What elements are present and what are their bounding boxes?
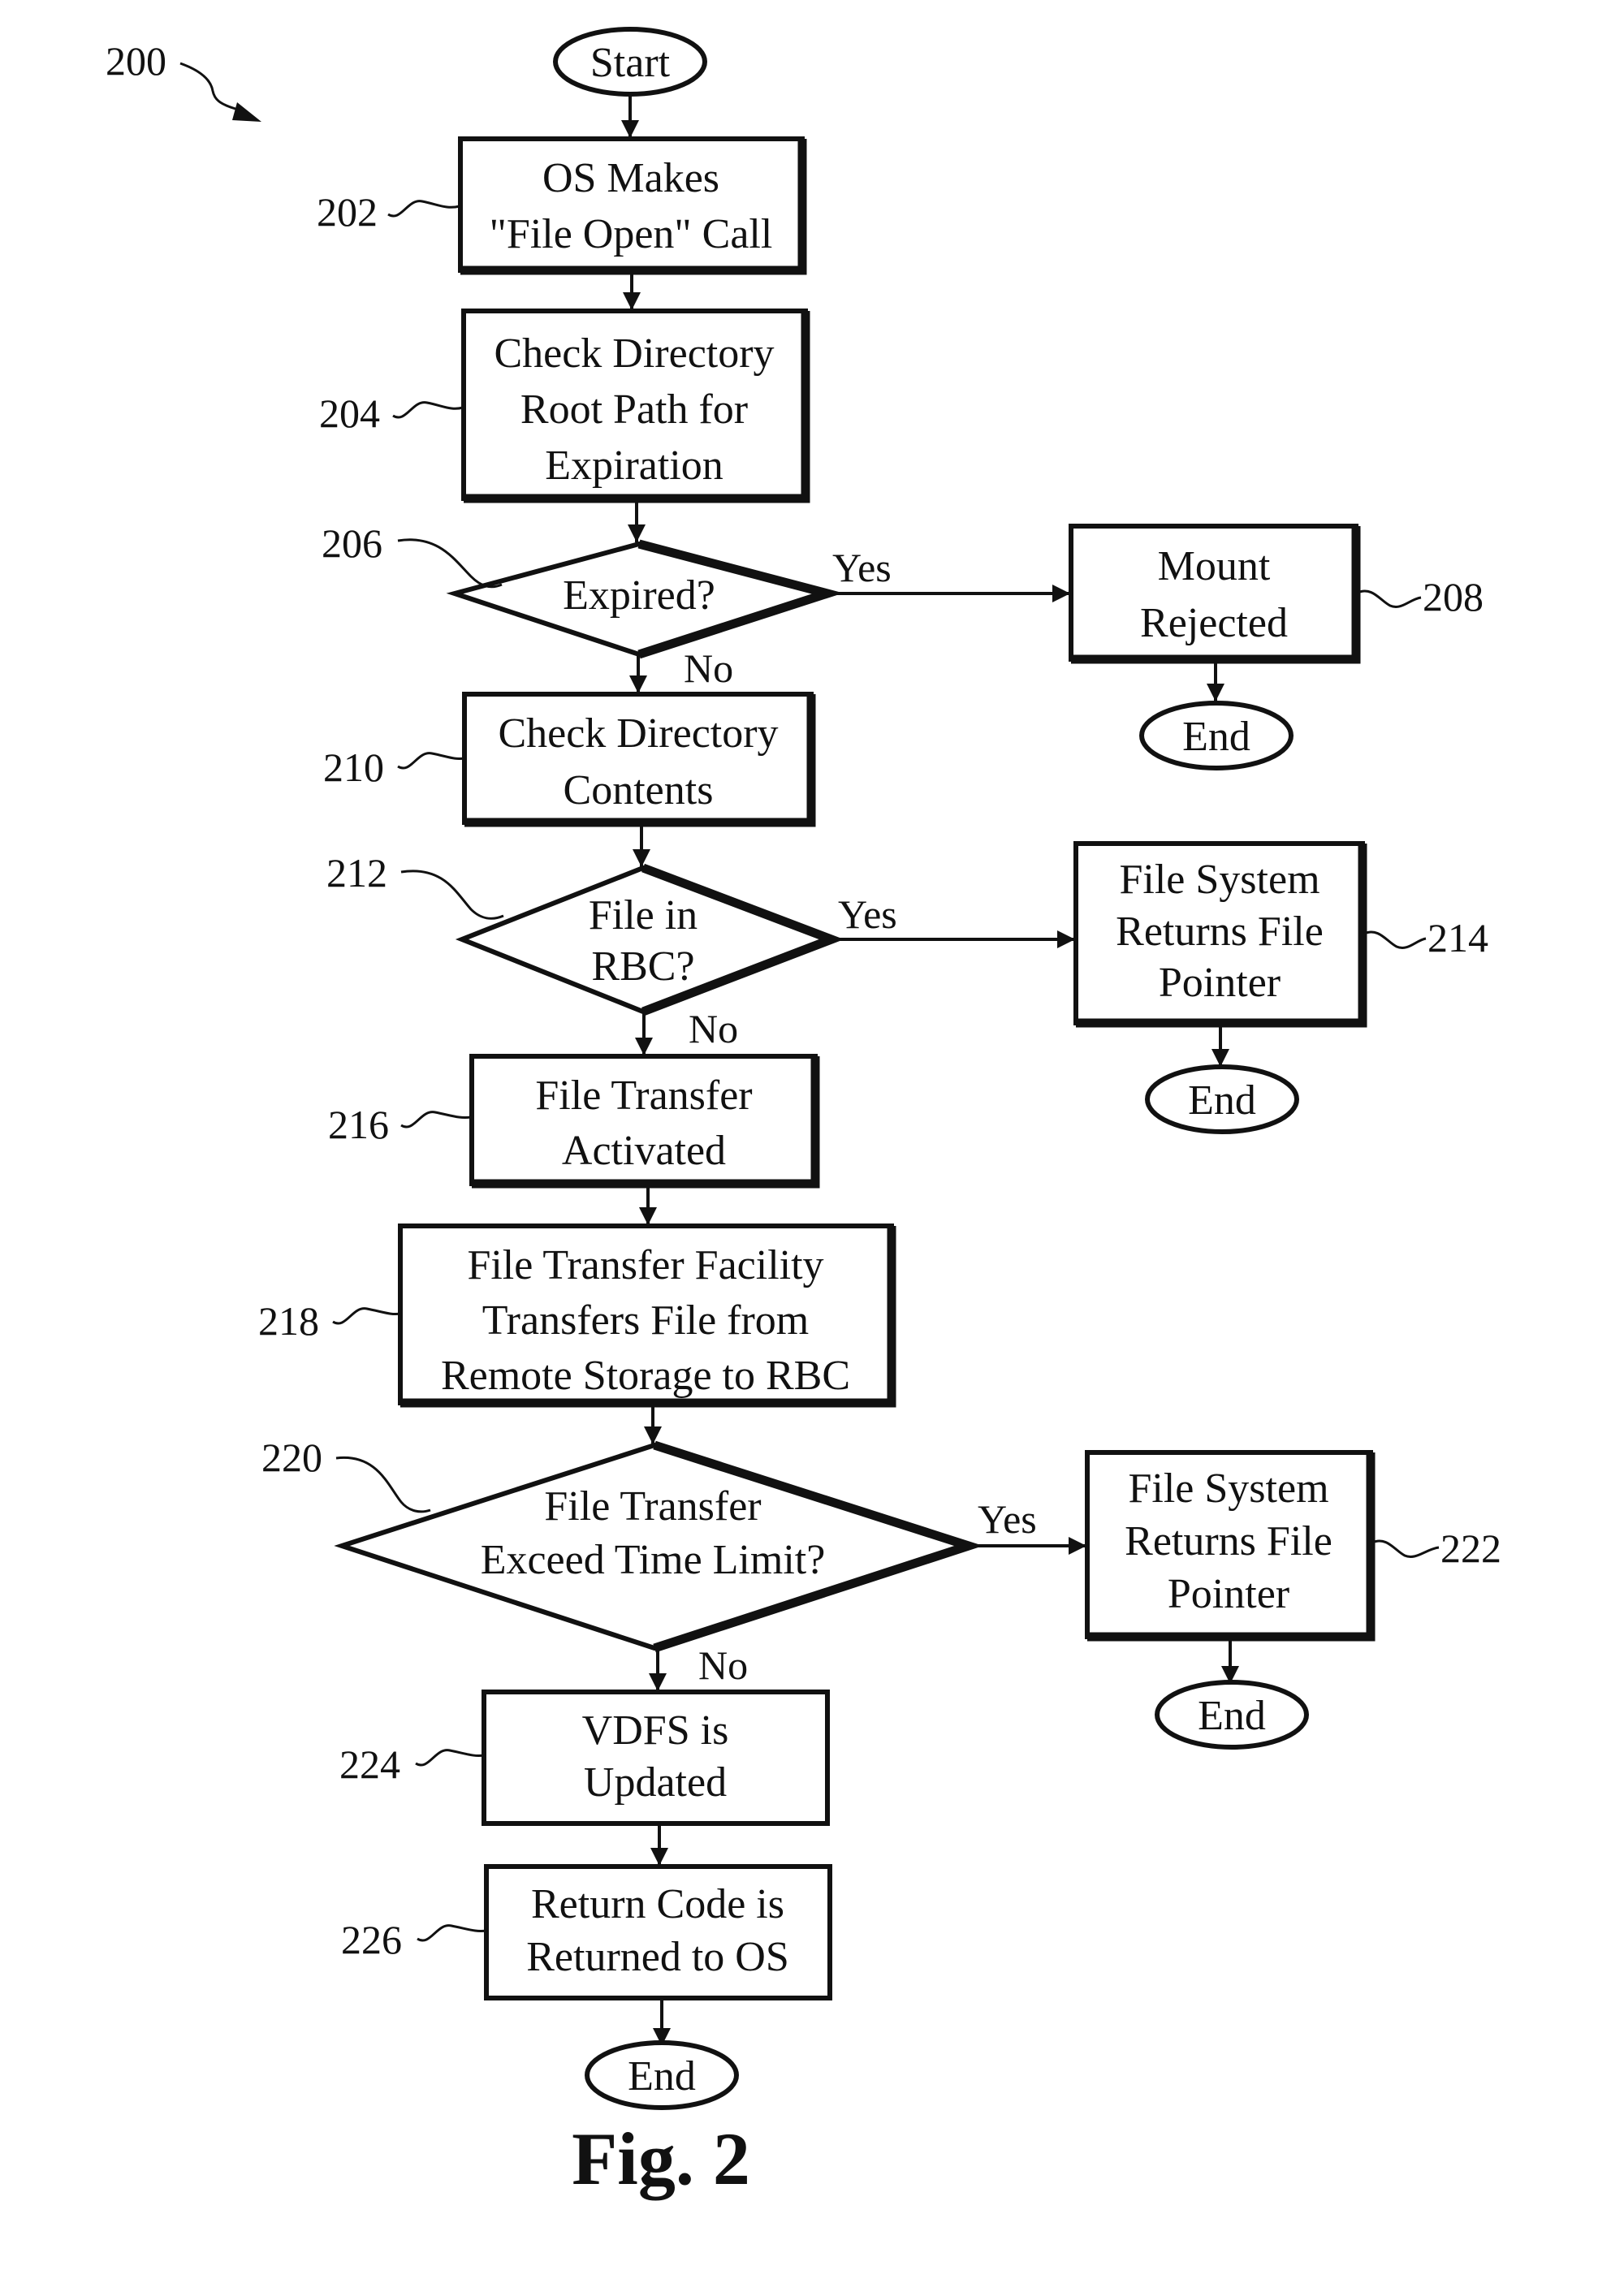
node-212-line-1: File in <box>589 892 698 939</box>
node-210-line-2: Contents <box>564 767 714 814</box>
node-212: File in RBC? 212 <box>326 850 844 1016</box>
node-224-ref: 224 <box>339 1741 400 1787</box>
flowchart-diagram: 200 Yes No Yes No Yes No Start OS Makes … <box>106 27 1501 2200</box>
node-212-ref: 212 <box>326 850 387 896</box>
node-218-line-2: Transfers File from <box>482 1297 810 1344</box>
node-216-line-2: Activated <box>562 1128 726 1174</box>
node-204-line-1: Check Directory <box>494 330 774 377</box>
node-216-line-1: File Transfer <box>535 1072 752 1119</box>
node-204-leader <box>392 401 464 419</box>
edge-label-220-yes: Yes <box>978 1496 1037 1542</box>
edge-label-212-yes: Yes <box>838 891 897 937</box>
node-204-ref: 204 <box>319 391 380 436</box>
decision-shape <box>455 865 839 1015</box>
node-end-222: End <box>1155 1680 1309 1750</box>
node-210: Check Directory Contents 210 <box>323 692 816 827</box>
figure-reference-arrowhead <box>232 102 261 122</box>
node-202-leader <box>387 200 460 218</box>
node-end-208: End <box>1139 701 1294 770</box>
node-218-line-3: Remote Storage to RBC <box>441 1353 850 1399</box>
node-214-ref: 214 <box>1427 915 1488 960</box>
node-220-line-2: Exceed Time Limit? <box>481 1537 826 1583</box>
node-216: File Transfer Activated 216 <box>328 1054 820 1189</box>
node-226-line-2: Returned to OS <box>526 1934 789 1980</box>
node-202: OS Makes "File Open" Call 202 <box>317 136 807 275</box>
node-end-222-label: End <box>1198 1693 1266 1739</box>
node-218-ref: 218 <box>258 1298 319 1344</box>
node-224: VDFS is Updated 224 <box>339 1690 830 1826</box>
node-end-214-label: End <box>1188 1077 1256 1124</box>
node-224-line-2: Updated <box>584 1759 727 1806</box>
node-202-line-2: "File Open" Call <box>490 211 773 257</box>
node-204: Check Directory Root Path for Expiration… <box>319 309 810 503</box>
node-end-214: End <box>1145 1064 1299 1134</box>
node-220-ref: 220 <box>261 1435 322 1480</box>
node-226-ref: 226 <box>341 1917 402 1962</box>
node-222-ref: 222 <box>1440 1526 1501 1571</box>
node-208-leader <box>1357 589 1422 608</box>
node-208-line-1: Mount <box>1158 543 1271 589</box>
node-204-line-2: Root Path for <box>520 386 748 433</box>
node-208-ref: 208 <box>1423 574 1484 619</box>
node-212-line-2: RBC? <box>591 943 694 990</box>
node-218-line-1: File Transfer Facility <box>467 1242 823 1288</box>
node-start-label: Start <box>590 40 671 86</box>
node-208-line-2: Rejected <box>1140 600 1288 646</box>
node-start: Start <box>553 27 707 97</box>
node-214: File System Returns File Pointer 214 <box>1073 841 1488 1028</box>
node-220-leader <box>335 1456 431 1513</box>
node-end-226: End <box>585 2040 739 2110</box>
node-212-leader <box>400 870 504 920</box>
edge-label-206-yes: Yes <box>832 545 892 590</box>
node-226: Return Code is Returned to OS 226 <box>341 1864 832 2000</box>
node-226-leader <box>417 1924 487 1942</box>
node-end-226-label: End <box>628 2053 696 2100</box>
node-214-leader <box>1363 930 1427 949</box>
node-210-line-1: Check Directory <box>498 710 778 757</box>
figure-reference: 200 <box>106 38 261 122</box>
edge-label-212-no: No <box>689 1006 738 1051</box>
node-220-line-1: File Transfer <box>544 1483 761 1530</box>
node-208: Mount Rejected 208 <box>1069 524 1484 664</box>
node-end-208-label: End <box>1182 714 1250 760</box>
edge-label-206-no: No <box>684 645 733 691</box>
node-220: File Transfer Exceed Time Limit? 220 <box>261 1435 983 1653</box>
node-218: File Transfer Facility Transfers File fr… <box>258 1224 896 1408</box>
edge-label-220-no: No <box>698 1642 748 1688</box>
node-206-leader <box>397 538 503 589</box>
node-210-ref: 210 <box>323 744 384 790</box>
node-222-line-1: File System <box>1128 1465 1328 1512</box>
figure-reference-label: 200 <box>106 38 166 84</box>
node-216-ref: 216 <box>328 1102 389 1147</box>
node-206-ref: 206 <box>322 520 382 566</box>
figure-caption: Fig. 2 <box>572 2117 750 2200</box>
node-226-line-1: Return Code is <box>531 1881 784 1927</box>
node-214-line-3: Pointer <box>1159 960 1281 1006</box>
node-204-line-3: Expiration <box>545 442 723 489</box>
node-214-line-1: File System <box>1119 857 1319 903</box>
node-206-label: Expired? <box>563 572 715 619</box>
node-222-line-3: Pointer <box>1168 1571 1289 1617</box>
node-210-leader <box>397 752 465 770</box>
node-224-leader <box>415 1749 485 1767</box>
node-202-line-1: OS Makes <box>542 155 719 201</box>
node-206: Expired? 206 <box>322 520 844 659</box>
node-216-leader <box>400 1111 472 1129</box>
node-222: File System Returns File Pointer 222 <box>1085 1450 1501 1642</box>
node-222-leader <box>1371 1539 1440 1558</box>
node-218-leader <box>332 1307 401 1325</box>
node-222-line-2: Returns File <box>1125 1518 1332 1564</box>
node-202-ref: 202 <box>317 189 378 235</box>
node-224-line-1: VDFS is <box>582 1707 729 1754</box>
node-214-line-2: Returns File <box>1116 908 1324 955</box>
